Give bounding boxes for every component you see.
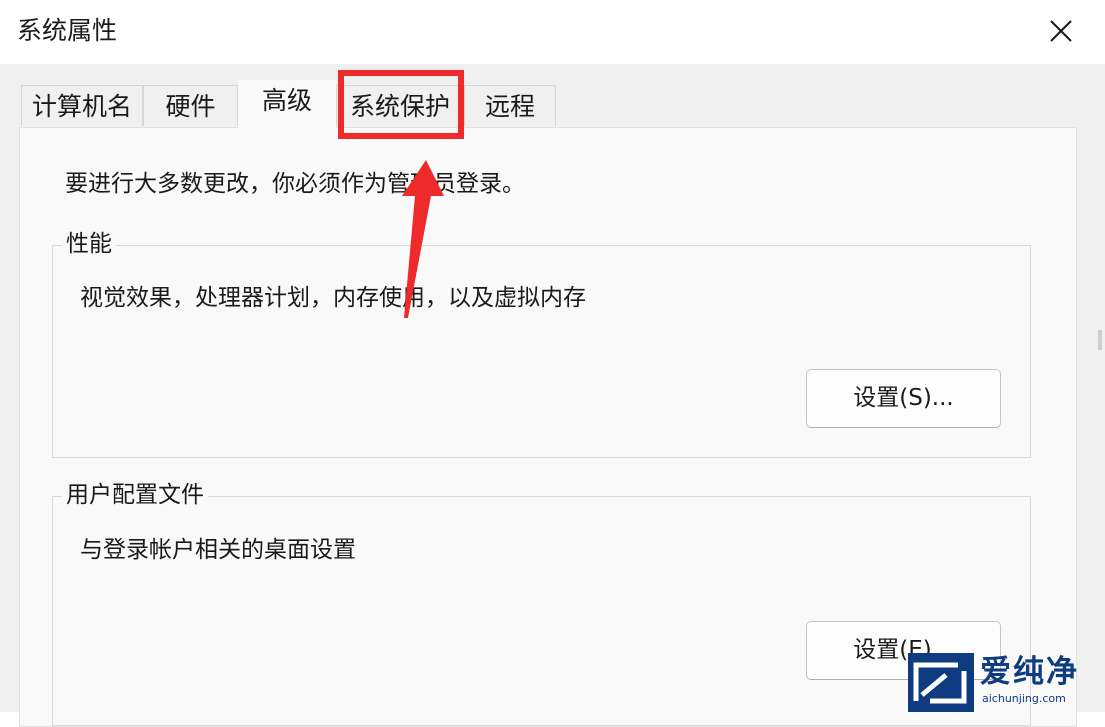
watermark: 爱纯净 aichunjing.com [908,653,1105,712]
watermark-brand: 爱纯净 [980,654,1079,690]
watermark-logo-icon [908,653,974,712]
watermark-url: aichunjing.com [982,692,1066,705]
red-arrow-icon [402,160,444,318]
